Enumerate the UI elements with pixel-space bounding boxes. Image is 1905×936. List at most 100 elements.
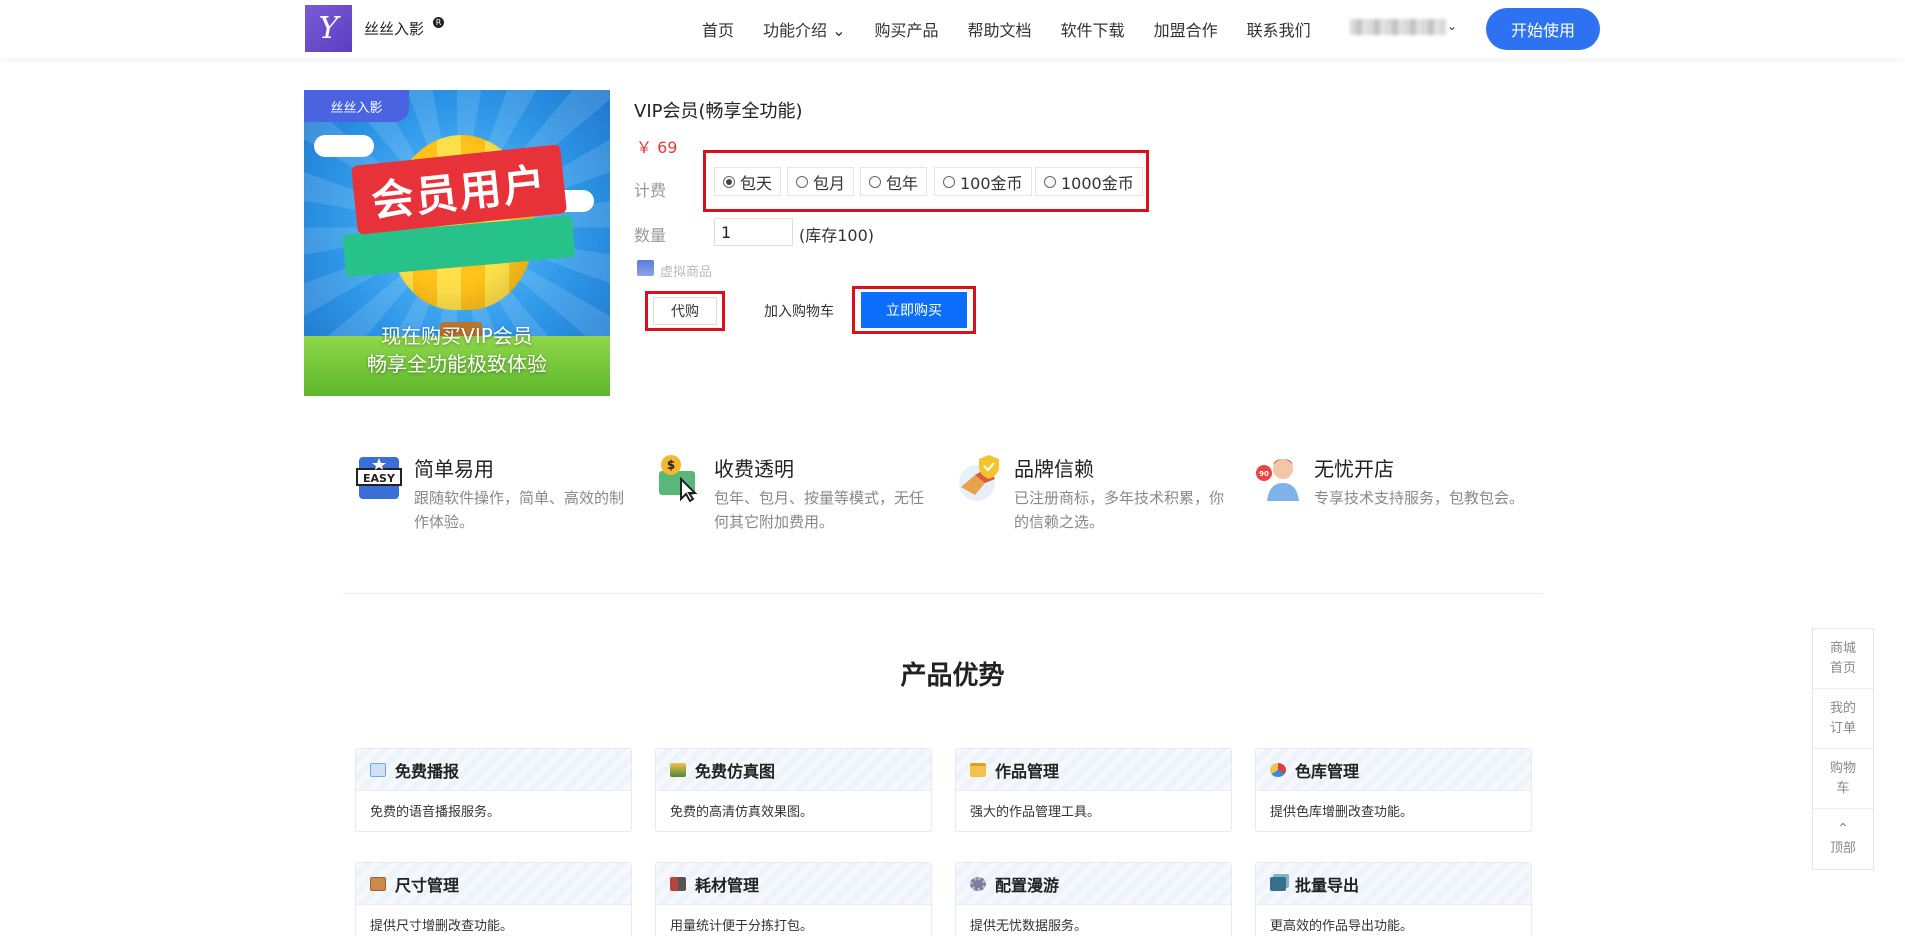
nav-help[interactable]: 帮助文档: [968, 17, 1032, 41]
side-cart[interactable]: 购物车: [1813, 749, 1873, 809]
card-title: 批量导出: [1295, 875, 1360, 895]
svg-text:90: 90: [1259, 470, 1269, 478]
feature-desc: 跟随软件操作，简单、高效的制作体验。: [414, 489, 625, 531]
folder-icon: [970, 762, 986, 777]
logo-glyph: Y: [318, 11, 339, 46]
option-month[interactable]: 包月: [787, 167, 855, 196]
option-1000-coins[interactable]: 1000金币: [1035, 167, 1143, 196]
side-item-label: 顶部: [1829, 841, 1856, 856]
side-item-label: 我的订单: [1829, 700, 1856, 736]
cloud-shape: [314, 135, 374, 157]
broadcast-icon: [370, 762, 386, 777]
nav-download[interactable]: 软件下载: [1061, 17, 1125, 41]
option-day[interactable]: 包天: [714, 167, 782, 196]
option-label: 包月: [813, 173, 846, 193]
advantage-card[interactable]: 耗材管理 用量统计便于分拣打包。: [655, 862, 932, 936]
card-desc: 免费的语音播报服务。: [370, 805, 501, 820]
option-year[interactable]: 包年: [860, 167, 928, 196]
card-title: 免费播报: [395, 761, 460, 781]
radio-icon[interactable]: [796, 175, 808, 188]
card-header: 免费播报: [356, 749, 631, 791]
feature-desc: 专享技术支持服务，包教包会。: [1314, 489, 1525, 507]
feature-title: 简单易用: [414, 457, 494, 481]
option-label: 1000金币: [1061, 173, 1134, 193]
card-header: 尺寸管理: [356, 863, 631, 905]
option-label: 包年: [886, 173, 919, 193]
card-title: 免费仿真图: [695, 761, 776, 781]
card-desc: 强大的作品管理工具。: [970, 805, 1101, 820]
site-header: Y 丝丝入影 R 首页 功能介绍 ⌄ 购买产品 帮助文档 软件下载 加盟合作 联…: [0, 0, 1905, 58]
advantage-card[interactable]: 色库管理 提供色库增删改查功能。: [1255, 748, 1532, 832]
card-desc: 更高效的作品导出功能。: [1270, 919, 1414, 934]
logo[interactable]: Y: [305, 5, 352, 52]
side-item-label: 商城首页: [1829, 640, 1856, 676]
radio-selected-icon[interactable]: [723, 175, 735, 188]
advantage-card[interactable]: 作品管理 强大的作品管理工具。: [955, 748, 1232, 832]
side-back-to-top[interactable]: ⌃ 顶部: [1813, 809, 1873, 869]
card-title: 作品管理: [995, 761, 1060, 781]
radio-icon[interactable]: [1044, 175, 1056, 188]
add-to-cart-button[interactable]: 加入购物车: [751, 297, 847, 325]
card-desc: 提供尺寸增删改查功能。: [370, 919, 514, 934]
radio-icon[interactable]: [869, 175, 881, 188]
chevron-down-icon[interactable]: ⌄: [1447, 19, 1457, 33]
virtual-goods-icon: [637, 260, 654, 276]
card-header: 色库管理: [1256, 749, 1531, 791]
image-badge: 丝丝入影: [304, 90, 409, 122]
side-store-home[interactable]: 商城首页: [1813, 629, 1873, 689]
radio-icon[interactable]: [943, 175, 955, 188]
chevron-up-icon: ⌃: [1837, 821, 1849, 837]
money-icon: $: [659, 455, 698, 503]
main-nav: 首页 功能介绍 ⌄ 购买产品 帮助文档 软件下载 加盟合作 联系我们: [702, 17, 1340, 41]
stock-text: (库存100): [799, 226, 875, 245]
side-my-orders[interactable]: 我的订单: [1813, 689, 1873, 749]
nav-features[interactable]: 功能介绍 ⌄: [763, 17, 846, 41]
image-line-1: 现在购买VIP会员: [381, 324, 533, 348]
registered-mark-icon: R: [433, 17, 444, 28]
card-title: 尺寸管理: [395, 875, 460, 895]
easy-icon: EASY: [356, 457, 402, 499]
side-item-label: 购物车: [1829, 760, 1856, 796]
nav-join[interactable]: 加盟合作: [1154, 17, 1218, 41]
advantages-title: 产品优势: [900, 661, 1005, 691]
card-title: 耗材管理: [695, 875, 760, 895]
support-icon: 90: [1256, 459, 1299, 501]
advantage-card[interactable]: 免费仿真图 免费的高清仿真效果图。: [655, 748, 932, 832]
trust-icon: [959, 455, 999, 501]
virtual-goods-label: 虚拟商品: [660, 265, 713, 280]
color-palette-icon: [1270, 762, 1286, 777]
buy-now-button[interactable]: 立即购买: [861, 292, 967, 328]
advantage-card[interactable]: 免费播报 免费的语音播报服务。: [355, 748, 632, 832]
materials-icon: [670, 876, 686, 891]
advantage-card[interactable]: 尺寸管理 提供尺寸增删改查功能。: [355, 862, 632, 936]
card-header: 批量导出: [1256, 863, 1531, 905]
feature-desc: 已注册商标，多年技术积累，你的信赖之选。: [1014, 489, 1225, 531]
advantage-card[interactable]: 配置漫游 提供无忧数据服务。: [955, 862, 1232, 936]
card-desc: 用量统计便于分拣打包。: [670, 919, 814, 934]
card-header: 免费仿真图: [656, 749, 931, 791]
option-label: 包天: [740, 173, 773, 193]
card-desc: 提供色库增删改查功能。: [1270, 805, 1414, 820]
option-label: 100金币: [960, 173, 1023, 193]
picture-icon: [670, 762, 686, 777]
nav-contact[interactable]: 联系我们: [1247, 17, 1311, 41]
export-icon: [1270, 876, 1286, 891]
feature-title: 无忧开店: [1314, 457, 1394, 481]
image-badge-text: 丝丝入影: [330, 100, 383, 116]
card-title: 配置漫游: [995, 875, 1060, 895]
section-divider: [343, 593, 1543, 594]
svg-text:$: $: [667, 458, 675, 472]
svg-text:EASY: EASY: [363, 472, 396, 485]
nav-home[interactable]: 首页: [702, 17, 734, 41]
feature-title: 品牌信赖: [1014, 457, 1094, 481]
brand-name[interactable]: 丝丝入影: [364, 18, 424, 39]
quantity-label: 数量: [634, 226, 667, 245]
advantage-card[interactable]: 批量导出 更高效的作品导出功能。: [1255, 862, 1532, 936]
start-button[interactable]: 开始使用: [1486, 8, 1600, 50]
card-desc: 免费的高清仿真效果图。: [670, 805, 814, 820]
nav-buy[interactable]: 购买产品: [875, 17, 939, 41]
proxy-buy-button[interactable]: 代购: [653, 297, 717, 325]
quantity-input[interactable]: [714, 218, 793, 246]
user-account-menu[interactable]: [1350, 19, 1446, 35]
option-100-coins[interactable]: 100金币: [934, 167, 1032, 196]
